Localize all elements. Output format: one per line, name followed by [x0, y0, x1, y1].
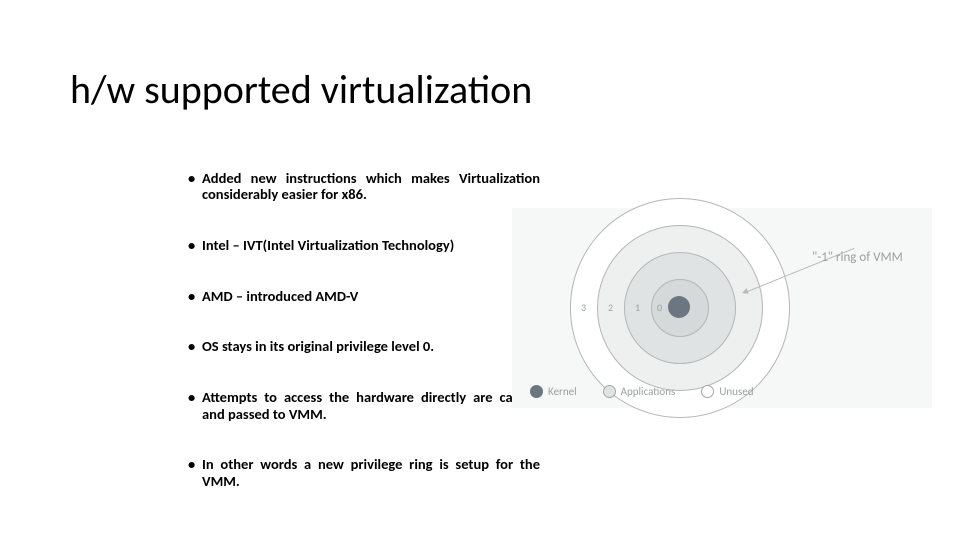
- legend: Kernel Applications Unused: [530, 385, 754, 398]
- circle-icon: [603, 385, 616, 398]
- legend-label: Kernel: [548, 385, 577, 398]
- bullet-list: Added new instructions which makes Virtu…: [162, 170, 540, 524]
- slide-title: h/w supported virtualization: [70, 65, 532, 114]
- bullet-item: Intel – IVT(Intel Virtualization Technol…: [202, 237, 540, 254]
- bullet-item: AMD – introduced AMD-V: [202, 288, 540, 305]
- legend-label: Applications: [621, 385, 676, 398]
- circle-icon: [701, 385, 714, 398]
- ring-label-0: 0: [657, 301, 662, 314]
- ring-label-2: 2: [608, 301, 613, 314]
- bullet-item: Attempts to access the hardware directly…: [202, 389, 540, 422]
- ring-diagram: 3 2 1 0 "-1" ring of VMM Kernel Applicat…: [512, 208, 932, 408]
- bullet-item: Added new instructions which makes Virtu…: [202, 170, 540, 203]
- ring-minus1-core: [668, 296, 690, 318]
- legend-unused: Unused: [701, 385, 753, 398]
- legend-kernel: Kernel: [530, 385, 577, 398]
- bullet-item: OS stays in its original privilege level…: [202, 338, 540, 355]
- bullet-item: In other words a new privilege ring is s…: [202, 456, 540, 489]
- circle-icon: [530, 385, 543, 398]
- ring-label-1: 1: [635, 301, 640, 314]
- callout-text: "-1" ring of VMM: [812, 250, 903, 265]
- legend-label: Unused: [719, 385, 753, 398]
- ring-label-3: 3: [581, 301, 586, 314]
- legend-applications: Applications: [603, 385, 676, 398]
